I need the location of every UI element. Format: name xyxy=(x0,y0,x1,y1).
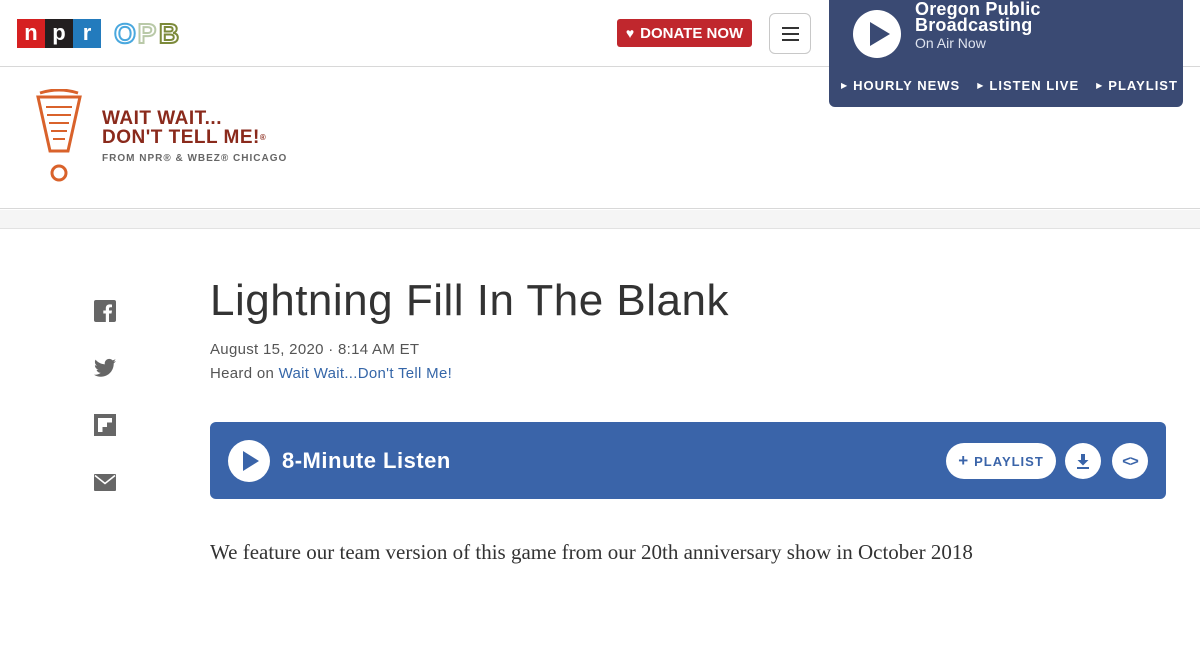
opb-logo-b: B xyxy=(158,18,180,49)
npr-logo-p: p xyxy=(45,19,73,48)
email-icon[interactable] xyxy=(94,471,116,493)
hamburger-icon xyxy=(781,26,799,29)
audio-play-button[interactable] xyxy=(228,440,270,482)
opb-logo-p: P xyxy=(137,18,158,49)
download-icon xyxy=(1077,453,1089,469)
npr-logo[interactable]: n p r xyxy=(17,19,101,48)
play-icon xyxy=(869,22,890,46)
play-icon xyxy=(243,451,259,471)
article-title: Lightning Fill In The Blank xyxy=(210,276,729,325)
hamburger-icon-line xyxy=(781,32,799,35)
npr-logo-r: r xyxy=(73,19,101,48)
add-to-playlist-button[interactable]: + PLAYLIST xyxy=(946,443,1056,479)
menu-button[interactable] xyxy=(769,13,811,54)
donate-label: DONATE NOW xyxy=(640,24,744,42)
flipboard-icon[interactable] xyxy=(94,414,116,436)
heard-on-line: Heard on Wait Wait...Don't Tell Me! xyxy=(210,365,452,382)
heart-icon: ♥ xyxy=(625,25,635,41)
article-body: We feature our team version of this game… xyxy=(210,540,973,564)
registered-mark: ® xyxy=(259,133,267,142)
plus-icon: + xyxy=(958,451,970,470)
opb-logo-o: O xyxy=(113,18,137,49)
on-air-status: On Air Now xyxy=(915,35,986,51)
opb-logo[interactable]: O P B xyxy=(113,18,180,49)
code-icon: <> xyxy=(1122,452,1139,470)
audio-player: 8-Minute Listen + PLAYLIST <> xyxy=(210,422,1166,499)
show-title-line1: WAIT WAIT... xyxy=(102,108,222,129)
show-title-line2-wrap: DON'T TELL ME!® xyxy=(102,128,266,147)
show-logo-icon[interactable] xyxy=(34,88,84,190)
playlist-button-label: PLAYLIST xyxy=(974,453,1044,469)
live-play-button[interactable] xyxy=(853,10,901,58)
download-button[interactable] xyxy=(1065,443,1101,479)
show-title[interactable]: WAIT WAIT... DON'T TELL ME!® xyxy=(102,109,266,147)
share-bar xyxy=(94,300,116,528)
hamburger-icon-line xyxy=(781,38,799,41)
show-title-line2: DON'T TELL ME! xyxy=(102,127,260,148)
show-brand-area: WAIT WAIT... DON'T TELL ME!® FROM NPR® &… xyxy=(0,67,1200,209)
donate-button[interactable]: ♥ DONATE NOW xyxy=(617,19,752,47)
npr-logo-n: n xyxy=(17,19,45,48)
station-name[interactable]: Oregon Public Broadcasting xyxy=(915,0,1065,34)
facebook-icon[interactable] xyxy=(94,300,116,322)
twitter-icon[interactable] xyxy=(94,357,116,379)
heard-on-prefix: Heard on xyxy=(210,365,279,382)
article-date: August 15, 2020 · 8:14 AM ET xyxy=(210,341,420,358)
listen-duration-label: 8-Minute Listen xyxy=(282,448,451,473)
show-subtitle: FROM NPR® & WBEZ® CHICAGO xyxy=(102,153,288,164)
section-divider xyxy=(0,210,1200,229)
program-link[interactable]: Wait Wait...Don't Tell Me! xyxy=(279,365,452,382)
embed-button[interactable]: <> xyxy=(1112,443,1148,479)
